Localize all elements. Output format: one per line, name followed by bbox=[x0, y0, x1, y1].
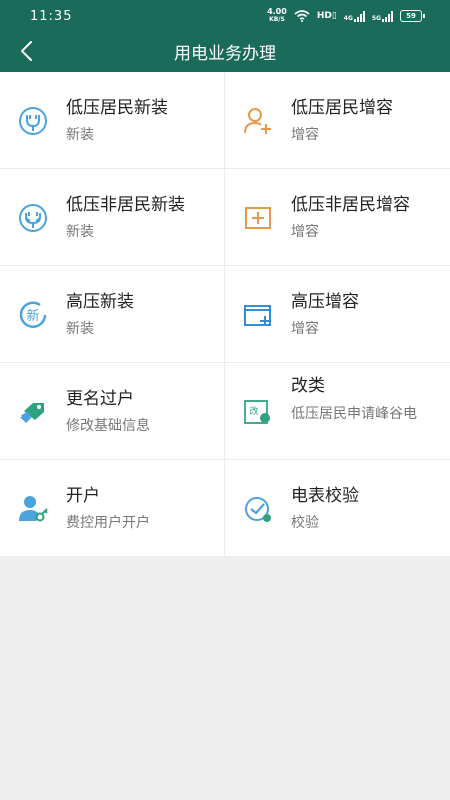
service-item-change-category[interactable]: 改 改类 低压居民申请峰谷电 bbox=[225, 363, 449, 459]
service-subtitle: 新装 bbox=[66, 127, 94, 143]
service-subtitle: 低压居民申请峰谷电 bbox=[291, 406, 417, 422]
service-title: 低压居民增容 bbox=[291, 98, 393, 118]
service-item-rename-transfer[interactable]: 更名过户 修改基础信息 bbox=[0, 363, 225, 459]
svg-text:新: 新 bbox=[26, 308, 39, 324]
network-speed: 4.00 KB/S bbox=[267, 8, 287, 24]
service-subtitle: 新装 bbox=[66, 224, 94, 240]
service-subtitle: 新装 bbox=[66, 321, 94, 337]
service-subtitle: 增容 bbox=[291, 321, 319, 337]
service-row: 低压居民新装 新装 低压居民增容 增容 bbox=[0, 72, 450, 169]
service-title: 开户 bbox=[66, 486, 100, 506]
network-speed-unit: KB/S bbox=[269, 16, 285, 23]
status-bar: 11:35 4.00 KB/S HD▯ 4G 5G 59 bbox=[0, 0, 450, 30]
service-title: 电表校验 bbox=[291, 486, 359, 506]
service-title: 改类 bbox=[291, 376, 325, 396]
signal-5g-icon: 5G bbox=[372, 10, 393, 22]
service-title: 低压非居民增容 bbox=[291, 195, 410, 215]
user-add-icon bbox=[244, 108, 271, 134]
app-bar: 用电业务办理 bbox=[0, 30, 450, 72]
service-item-open-account[interactable]: 开户 费控用户开户 bbox=[0, 460, 225, 556]
service-item-lv-resident-increase[interactable]: 低压居民增容 增容 bbox=[225, 72, 449, 168]
signal-4g-icon: 4G bbox=[344, 10, 365, 22]
service-subtitle: 增容 bbox=[291, 224, 319, 240]
change-doc-icon-label: 改 bbox=[249, 405, 258, 417]
plug-icon bbox=[19, 204, 47, 232]
change-doc-icon: 改 bbox=[244, 400, 270, 424]
page-title: 用电业务办理 bbox=[174, 44, 276, 64]
service-title: 低压非居民新装 bbox=[66, 195, 185, 215]
service-item-meter-check[interactable]: 电表校验 校验 bbox=[225, 460, 449, 556]
service-item-lv-resident-new[interactable]: 低压居民新装 新装 bbox=[0, 72, 225, 168]
network-speed-value: 4.00 bbox=[267, 7, 287, 16]
service-item-lv-nonresident-increase[interactable]: 低压非居民增容 增容 bbox=[225, 169, 449, 265]
service-title: 高压新装 bbox=[66, 292, 134, 312]
user-key-icon bbox=[19, 496, 48, 522]
service-subtitle: 校验 bbox=[291, 515, 319, 531]
status-indicators: 4.00 KB/S HD▯ 4G 5G 59 bbox=[267, 8, 425, 24]
service-subtitle: 修改基础信息 bbox=[66, 418, 150, 434]
folder-add-icon bbox=[244, 305, 271, 326]
service-title: 更名过户 bbox=[66, 389, 134, 409]
tag-transfer-icon bbox=[20, 403, 44, 423]
meter-check-icon bbox=[245, 497, 271, 522]
service-row: 低压非居民新装 新装 低压非居民增容 增容 bbox=[0, 169, 450, 266]
service-subtitle: 增容 bbox=[291, 127, 319, 143]
status-time: 11:35 bbox=[30, 9, 73, 24]
service-item-hv-increase[interactable]: 高压增容 增容 bbox=[225, 266, 449, 362]
service-item-hv-new[interactable]: 新 高压新装 新装 bbox=[0, 266, 225, 362]
service-row: 开户 费控用户开户 电表校验 校验 bbox=[0, 460, 450, 557]
service-grid: 低压居民新装 新装 低压居民增容 增容 低压非居民新装 新装 低压非居民增容 增… bbox=[0, 72, 450, 557]
service-title: 高压增容 bbox=[291, 292, 359, 312]
service-row: 新 高压新装 新装 高压增容 增容 bbox=[0, 266, 450, 363]
plug-icon bbox=[19, 107, 47, 135]
new-badge-icon: 新 bbox=[19, 301, 47, 328]
service-title: 低压居民新装 bbox=[66, 98, 168, 118]
battery-icon: 59 bbox=[400, 10, 425, 22]
service-subtitle: 费控用户开户 bbox=[66, 515, 150, 531]
service-item-lv-nonresident-new[interactable]: 低压非居民新装 新装 bbox=[0, 169, 225, 265]
hd-indicator: HD▯ bbox=[316, 11, 337, 21]
service-row: 更名过户 修改基础信息 改 改类 低压居民申请峰谷电 bbox=[0, 363, 450, 460]
plus-box-icon bbox=[245, 207, 271, 229]
wifi-icon bbox=[294, 10, 310, 22]
